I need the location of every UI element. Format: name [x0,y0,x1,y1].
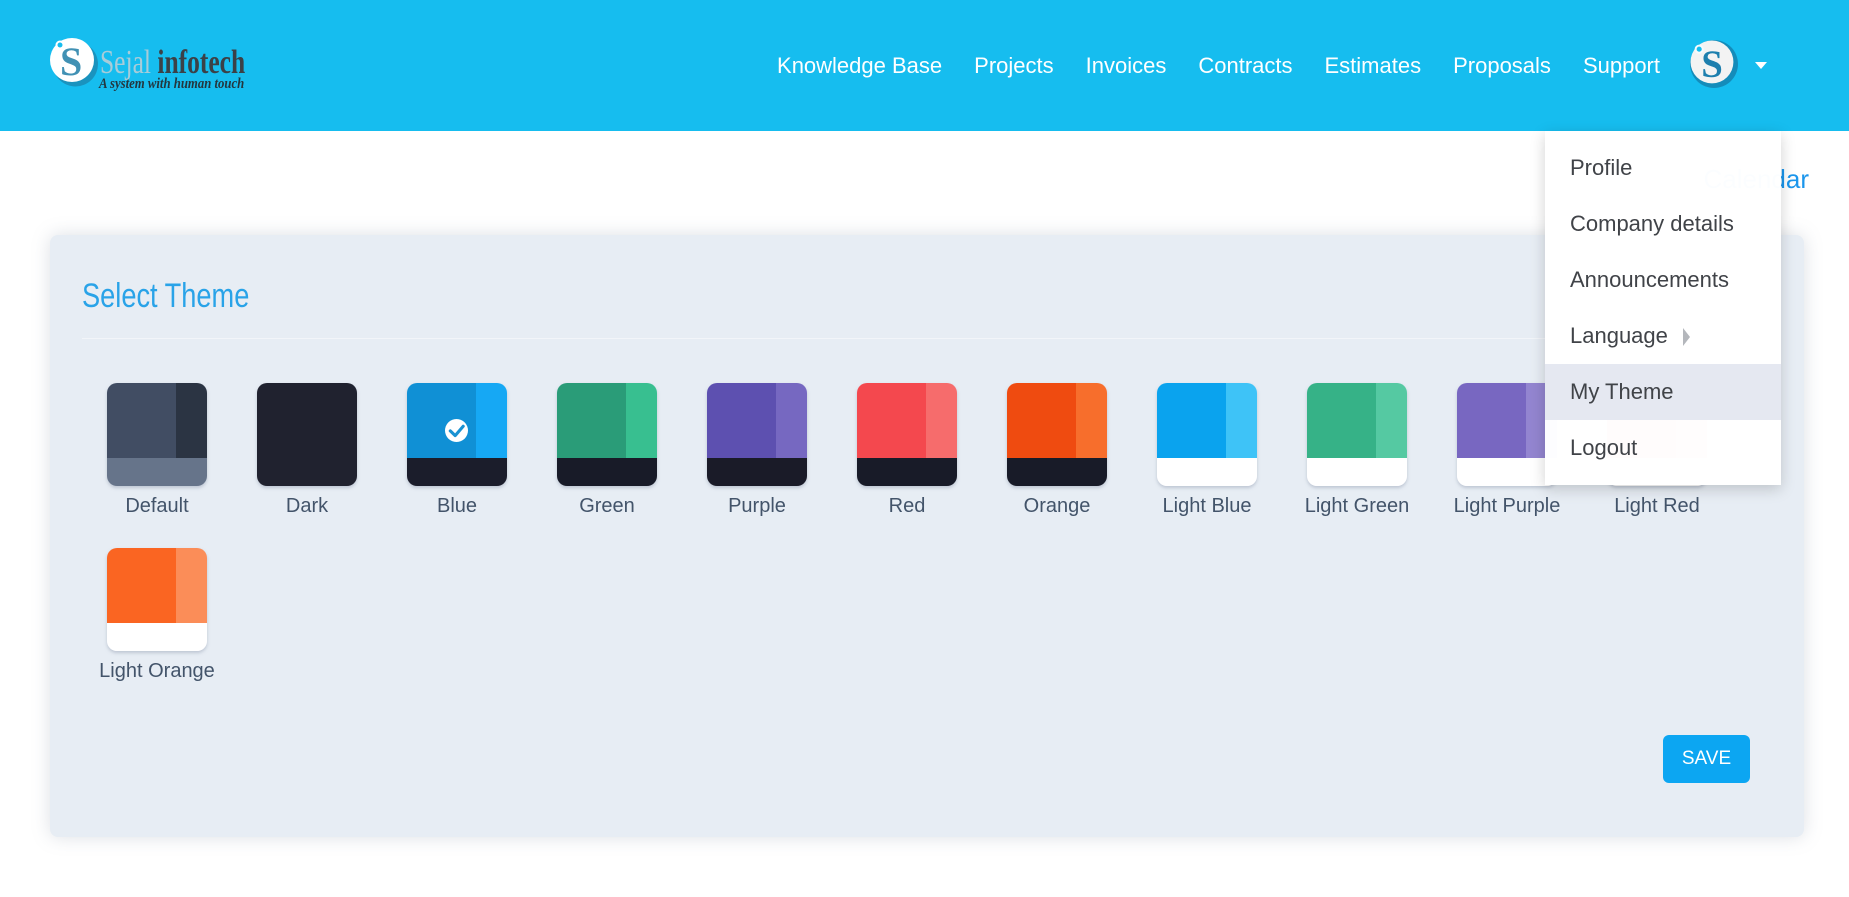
svg-text:S: S [1701,42,1723,85]
svg-text:S: S [60,39,82,84]
